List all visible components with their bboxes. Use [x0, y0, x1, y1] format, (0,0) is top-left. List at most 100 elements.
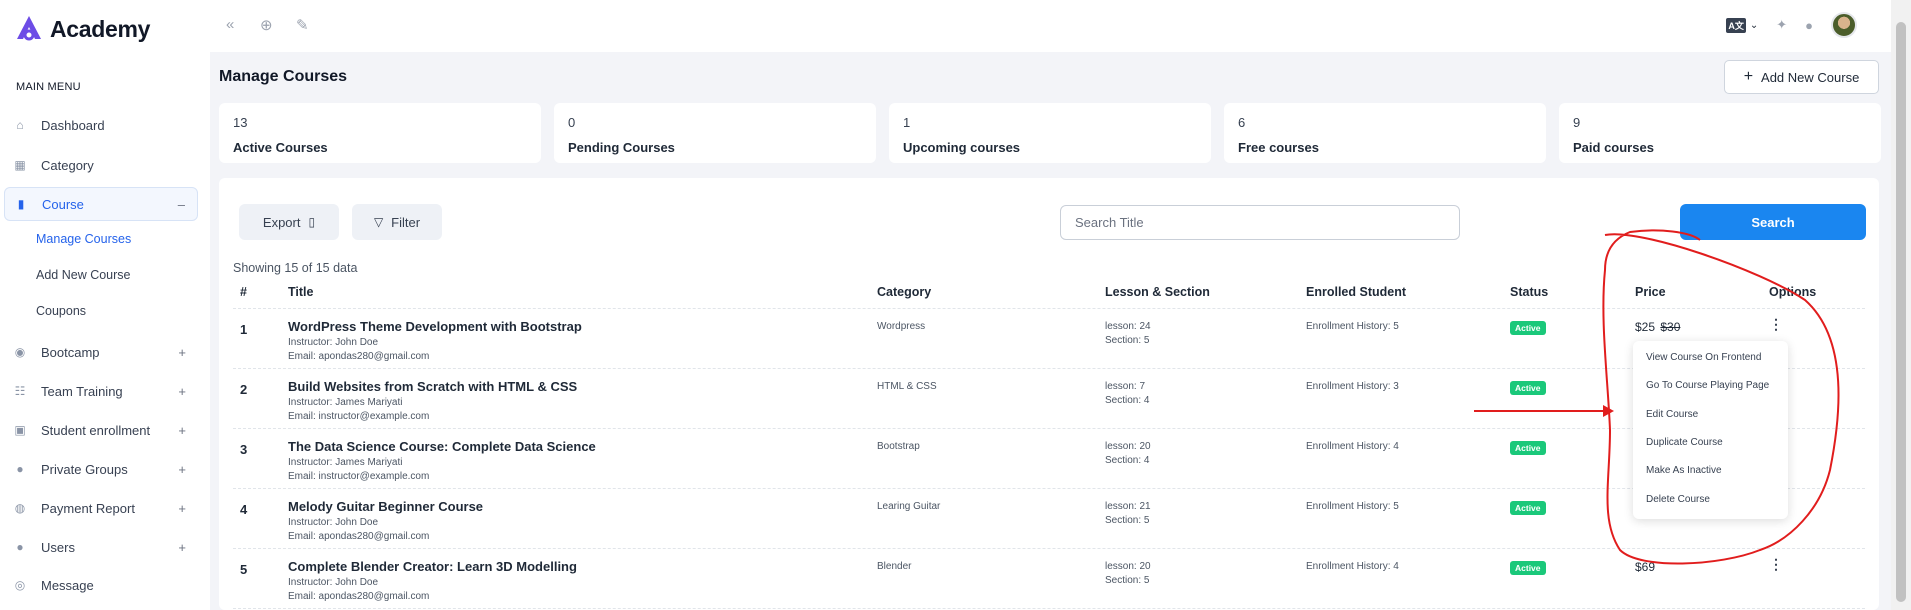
sidebar-item-team-training[interactable]: ☷ Team Training +	[4, 374, 198, 408]
status-badge: Active	[1510, 321, 1546, 335]
course-category: Learing Guitar	[877, 501, 941, 512]
sidebar-item-label: Course	[42, 196, 84, 212]
sidebar-sub-coupons[interactable]: Coupons	[36, 304, 86, 318]
expand-icon[interactable]: +	[178, 384, 186, 399]
table-row[interactable]: 4 Melody Guitar Beginner Course Instruct…	[219, 489, 1879, 549]
stat-card-active: 13 Active Courses	[219, 103, 541, 163]
course-enrollment[interactable]: Enrollment History: 5	[1306, 321, 1399, 332]
expand-icon[interactable]: +	[178, 423, 186, 438]
brush-icon[interactable]: ✎	[296, 16, 309, 34]
globe-icon[interactable]: ⊕	[260, 16, 273, 34]
expand-icon[interactable]: +	[178, 462, 186, 477]
sidebar: Academy MAIN MENU ⌂ Dashboard ▦ Category…	[0, 0, 210, 610]
status-badge: Active	[1510, 441, 1546, 455]
grid-icon: ▦	[14, 158, 26, 172]
search-button[interactable]: Search	[1680, 204, 1866, 240]
sidebar-item-label: Team Training	[41, 383, 123, 399]
course-lessons: lesson: 21	[1105, 501, 1151, 512]
menu-item-duplicate-course[interactable]: Duplicate Course	[1646, 437, 1723, 448]
sidebar-item-payment-report[interactable]: ◍ Payment Report +	[4, 491, 198, 525]
stat-value: 1	[903, 115, 911, 130]
language-selector[interactable]: A文 ⌄	[1726, 17, 1759, 33]
home-icon: ⌂	[16, 118, 24, 132]
row-number: 5	[240, 562, 248, 577]
price-current: $25	[1635, 320, 1656, 334]
menu-item-view-frontend[interactable]: View Course On Frontend	[1646, 352, 1761, 363]
scrollbar-thumb[interactable]	[1896, 22, 1906, 602]
course-lessons: lesson: 20	[1105, 441, 1151, 452]
course-title[interactable]: Complete Blender Creator: Learn 3D Model…	[288, 559, 577, 574]
export-label: Export	[262, 214, 301, 230]
menu-item-delete-course[interactable]: Delete Course	[1646, 494, 1710, 505]
row-number: 2	[240, 382, 248, 397]
course-enrollment[interactable]: Enrollment History: 4	[1306, 441, 1399, 452]
add-new-course-button[interactable]: + Add New Course	[1724, 60, 1879, 94]
stat-value: 13	[233, 115, 248, 130]
course-title[interactable]: Build Websites from Scratch with HTML & …	[288, 379, 577, 394]
sidebar-item-course[interactable]: ▮ Course –	[4, 187, 198, 221]
sidebar-item-category[interactable]: ▦ Category	[4, 148, 198, 182]
user-switch-icon[interactable]: ●	[1805, 18, 1813, 33]
options-menu-icon[interactable]: ⋮	[1769, 316, 1783, 333]
expand-icon[interactable]: +	[178, 345, 186, 360]
status-badge: Active	[1510, 501, 1546, 515]
stat-label: Free courses	[1238, 140, 1319, 155]
broadcast-icon: ◉	[14, 345, 26, 359]
course-category: Wordpress	[877, 321, 926, 332]
expand-icon[interactable]: +	[178, 501, 186, 516]
app-logo[interactable]: Academy	[14, 14, 150, 44]
translate-icon: A文	[1726, 17, 1746, 33]
course-enrollment[interactable]: Enrollment History: 3	[1306, 381, 1399, 392]
sidebar-sub-manage-courses[interactable]: Manage Courses	[36, 232, 131, 246]
course-enrollment[interactable]: Enrollment History: 5	[1306, 501, 1399, 512]
course-title[interactable]: WordPress Theme Development with Bootstr…	[288, 319, 582, 334]
course-sections: Section: 4	[1105, 395, 1150, 406]
sidebar-item-users[interactable]: ● Users +	[4, 530, 198, 564]
team-icon: ☷	[14, 384, 26, 398]
main-menu-heading: MAIN MENU	[16, 81, 81, 93]
showing-count: Showing 15 of 15 data	[233, 261, 358, 275]
table-row[interactable]: 2 Build Websites from Scratch with HTML …	[219, 369, 1879, 429]
sidebar-item-dashboard[interactable]: ⌂ Dashboard	[4, 108, 198, 142]
chevron-down-icon: ⌄	[1749, 19, 1759, 31]
table-row[interactable]: 3 The Data Science Course: Complete Data…	[219, 429, 1879, 489]
book-icon: ▮	[17, 197, 25, 211]
course-category: HTML & CSS	[877, 381, 937, 392]
sidebar-item-message[interactable]: ◎ Message	[4, 568, 198, 602]
options-menu-icon[interactable]: ⋮	[1769, 556, 1783, 573]
file-export-icon: ▯	[308, 215, 316, 229]
menu-item-course-playing[interactable]: Go To Course Playing Page	[1646, 380, 1769, 391]
collapse-icon[interactable]: –	[178, 197, 185, 212]
page-title: Manage Courses	[219, 68, 348, 85]
table-row[interactable]: 1 WordPress Theme Development with Boots…	[219, 309, 1879, 369]
scrollbar[interactable]	[1891, 0, 1911, 610]
search-input[interactable]	[1060, 205, 1460, 240]
filter-button[interactable]: ▽ Filter	[352, 204, 442, 240]
collapse-sidebar-icon[interactable]: «	[226, 16, 234, 33]
header-status: Status	[1510, 285, 1549, 299]
header-options: Options	[1769, 285, 1817, 299]
course-title[interactable]: The Data Science Course: Complete Data S…	[288, 439, 596, 454]
table-row[interactable]: 5 Complete Blender Creator: Learn 3D Mod…	[219, 549, 1879, 609]
status-badge: Active	[1510, 561, 1546, 575]
export-button[interactable]: Export ▯	[239, 204, 339, 240]
menu-item-edit-course[interactable]: Edit Course	[1646, 409, 1698, 420]
sidebar-item-label: Users	[41, 539, 75, 555]
sidebar-item-student-enrollment[interactable]: ▣ Student enrollment +	[4, 413, 198, 447]
sidebar-item-private-groups[interactable]: ● Private Groups +	[4, 452, 198, 486]
header-price: Price	[1635, 285, 1666, 299]
sidebar-item-bootcamp[interactable]: ◉ Bootcamp +	[4, 335, 198, 369]
stat-value: 0	[568, 115, 576, 130]
course-email: Email: apondas280@gmail.com	[288, 591, 430, 602]
course-enrollment[interactable]: Enrollment History: 4	[1306, 561, 1399, 572]
sidebar-sub-add-new-course[interactable]: Add New Course	[36, 268, 131, 282]
course-instructor: Instructor: James Mariyati	[288, 457, 403, 468]
row-number: 4	[240, 502, 248, 517]
course-instructor: Instructor: James Mariyati	[288, 397, 403, 408]
course-title[interactable]: Melody Guitar Beginner Course	[288, 499, 483, 514]
sparkle-icon[interactable]: ✦	[1776, 17, 1787, 33]
avatar[interactable]	[1831, 12, 1857, 38]
expand-icon[interactable]: +	[178, 540, 186, 555]
menu-item-make-inactive[interactable]: Make As Inactive	[1646, 465, 1722, 476]
stat-label: Active Courses	[233, 140, 328, 155]
